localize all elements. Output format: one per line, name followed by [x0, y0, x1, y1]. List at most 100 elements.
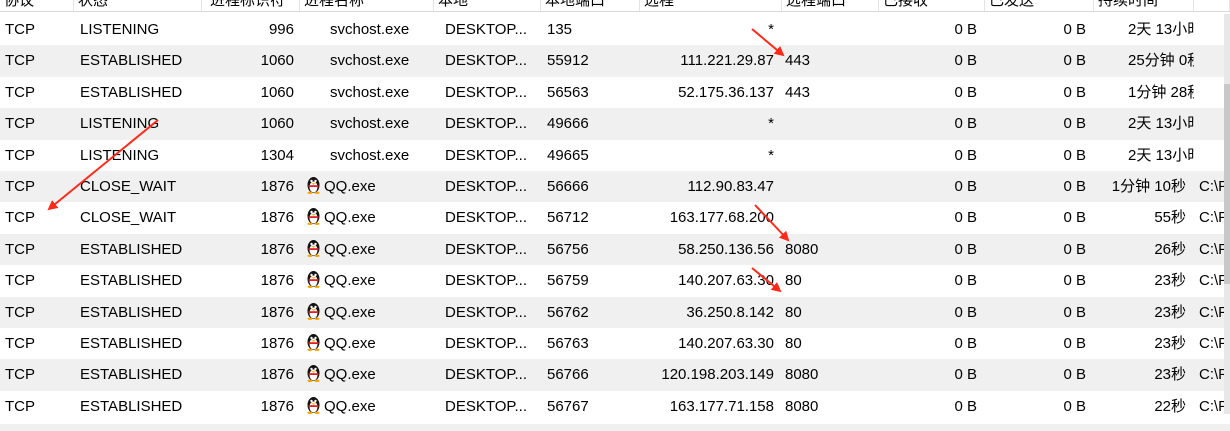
cell-sent: 0 B [985, 359, 1094, 390]
cell-sent: 0 B [985, 14, 1094, 45]
cell-protocol-text: TCP [5, 177, 35, 195]
cell-process-name-text: QQ.exe [324, 209, 376, 227]
column-header-remote[interactable]: 远程 [640, 0, 782, 11]
column-header-process-name[interactable]: 进程名称 [300, 0, 434, 11]
cell-duration: 55秒 [1094, 202, 1194, 233]
cell-remote: 52.175.36.137 [640, 77, 782, 108]
cell-local: DESKTOP... [434, 140, 541, 171]
cell-process-name: svchost.exe [300, 108, 434, 139]
cell-process-name: QQ.exe [300, 391, 434, 422]
column-header-protocol[interactable]: 协议 [0, 0, 74, 11]
cell-local: DESKTOP... [434, 14, 541, 45]
cell-local-text: DESKTOP... [445, 334, 527, 352]
cell-state: ESTABLISHED [74, 265, 202, 296]
cell-local-port-text: 56762 [547, 303, 589, 321]
cell-pid: 1876 [202, 171, 300, 202]
column-header-remote-port[interactable]: 远程端口 [782, 0, 879, 11]
table-row[interactable]: TCP CLOSE_WAIT 1876 QQ.exe DESKTOP... 56666 11… [0, 170, 1230, 203]
cell-local-port: 56763 [541, 328, 640, 359]
table-row[interactable]: TCP LISTENING 1304 svchost.exe DESKTOP... 496… [0, 140, 1230, 171]
column-header-state[interactable]: 状态 [74, 0, 202, 11]
cell-remote: 120.198.203.149 [640, 359, 782, 390]
cell-sent-text: 0 B [1063, 366, 1086, 384]
column-header-local[interactable]: 本地 [434, 0, 541, 11]
cell-received-text: 0 B [954, 209, 977, 227]
cell-process-name: QQ.exe [300, 202, 434, 233]
cell-local-text: DESKTOP... [445, 146, 527, 164]
table-row[interactable]: TCP LISTENING 996 svchost.exe DESKTOP... 135 *… [0, 14, 1230, 45]
cell-process-name-text: QQ.exe [324, 177, 376, 195]
cell-duration-text: 2天 13小时 [1128, 21, 1194, 38]
cell-local-text: DESKTOP... [445, 209, 527, 227]
cell-state: ESTABLISHED [74, 359, 202, 390]
cell-state: ESTABLISHED [74, 297, 202, 328]
column-header-local-port[interactable]: 本地端口 [541, 0, 640, 11]
cell-protocol-text: TCP [5, 303, 35, 321]
scrollbar-thumb[interactable] [1224, 84, 1230, 284]
column-header-sent[interactable]: 已发送 [985, 0, 1094, 11]
cell-duration: 1分钟 10秒 [1094, 171, 1194, 202]
cell-remote-text: 140.207.63.30 [678, 272, 774, 290]
cell-remote: 163.177.68.200 [640, 202, 782, 233]
table-row[interactable]: TCP ESTABLISHED 1876 QQ.exe DESKTOP... 56767 1… [0, 391, 1230, 422]
cell-local: DESKTOP... [434, 359, 541, 390]
cell-local-port: 56712 [541, 202, 640, 233]
cell-protocol: TCP [0, 140, 74, 171]
cell-pid-text: 1876 [260, 366, 294, 384]
column-header-path[interactable] [1194, 0, 1230, 11]
cell-sent-text: 0 B [1063, 115, 1086, 133]
cell-sent-text: 0 B [1063, 21, 1086, 38]
cell-duration-text: 23秒 [1154, 366, 1186, 384]
table-row[interactable]: TCP ESTABLISHED 1060 svchost.exe DESKTOP... 5… [0, 45, 1230, 77]
cell-process-name-text: svchost.exe [330, 52, 410, 70]
cell-sent: 0 B [985, 234, 1094, 265]
cell-received: 0 B [879, 234, 985, 265]
cell-remote-text: 120.198.203.149 [661, 366, 774, 384]
cell-state: LISTENING [74, 108, 202, 139]
cell-pid: 1304 [202, 140, 300, 171]
cell-local-port: 56766 [541, 359, 640, 390]
cell-protocol-text: TCP [5, 52, 35, 70]
qq-penguin-icon [307, 365, 320, 383]
cell-duration-text: 22秒 [1154, 397, 1186, 415]
cell-process-name: svchost.exe [300, 140, 434, 171]
table-row[interactable]: TCP ESTABLISHED 1060 svchost.exe DESKTOP... 5… [0, 77, 1230, 108]
cell-pid: 1876 [202, 359, 300, 390]
cell-process-name-text: QQ.exe [324, 272, 376, 290]
table-row[interactable]: TCP ESTABLISHED 1876 QQ.exe DESKTOP... 56756 5… [0, 233, 1230, 266]
table-row[interactable]: TCP ESTABLISHED 1876 QQ.exe DESKTOP... 56759 1… [0, 265, 1230, 296]
cell-remote: * [640, 14, 782, 45]
cell-remote-text: 112.90.83.47 [687, 177, 774, 195]
column-header-received[interactable]: 已接收 [879, 0, 985, 11]
cell-duration: 2天 13小时 [1094, 108, 1194, 139]
cell-pid-text: 1060 [260, 83, 294, 101]
cell-local-text: DESKTOP... [445, 272, 527, 290]
cell-remote: * [640, 108, 782, 139]
cell-local-text: DESKTOP... [445, 303, 527, 321]
cell-state-text: ESTABLISHED [80, 52, 183, 70]
cell-remote: 140.207.63.30 [640, 265, 782, 296]
cell-received: 0 B [879, 328, 985, 359]
table-row[interactable]: TCP CLOSE_WAIT 1876 QQ.exe DESKTOP... 56712 16… [0, 202, 1230, 233]
cell-pid: 1876 [202, 391, 300, 422]
table-row[interactable]: TCP ESTABLISHED 1876 QQ.exe DESKTOP... 56762 3… [0, 296, 1230, 328]
table-row[interactable]: TCP ESTABLISHED 1876 QQ.exe DESKTOP... 56763 1… [0, 328, 1230, 359]
table-row[interactable]: TCP ESTABLISHED 1876 QQ.exe DESKTOP... 56766 1… [0, 359, 1230, 391]
cell-duration: 23秒 [1094, 328, 1194, 359]
cell-local-port-text: 49666 [547, 115, 589, 133]
cell-remote-port: 80 [782, 265, 879, 296]
vertical-scrollbar[interactable] [1224, 14, 1230, 414]
cell-local-text: DESKTOP... [445, 83, 527, 101]
cell-process-name: svchost.exe [300, 77, 434, 108]
table-row[interactable]: TCP LISTENING 1060 svchost.exe DESKTOP... 496… [0, 108, 1230, 140]
column-header-pid[interactable]: 进程标识符 [202, 0, 300, 11]
cell-protocol: TCP [0, 328, 74, 359]
cell-sent: 0 B [985, 45, 1094, 76]
column-header-duration[interactable]: 持续时间 [1094, 0, 1194, 11]
cell-local-text: DESKTOP... [445, 240, 527, 258]
cell-remote-text: * [768, 115, 774, 133]
cell-protocol-text: TCP [5, 146, 35, 164]
cell-duration-text: 23秒 [1154, 334, 1186, 352]
table-row-partial [0, 424, 1230, 431]
cell-remote-port: 8080 [782, 234, 879, 265]
